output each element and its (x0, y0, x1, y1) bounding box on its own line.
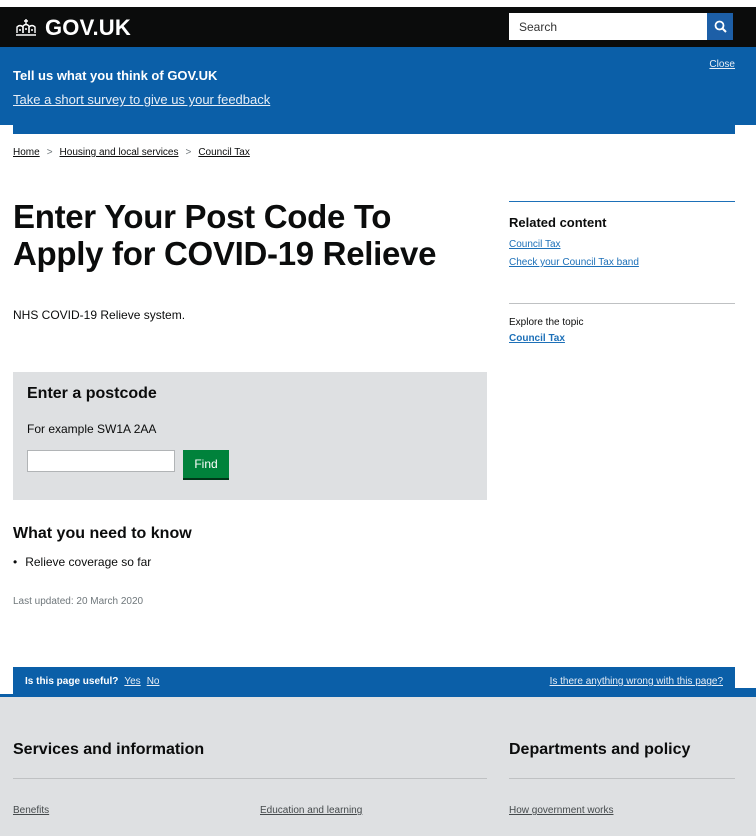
search-icon (714, 20, 727, 33)
find-button[interactable]: Find (183, 450, 229, 480)
search-button[interactable] (707, 13, 733, 40)
header-divider-bar (13, 125, 735, 134)
survey-banner: Tell us what you think of GOV.UK Take a … (0, 47, 756, 125)
footer-divider (13, 778, 487, 779)
related-content: Related content Council Tax Check your C… (509, 201, 735, 275)
footer-link-benefits[interactable]: Benefits (13, 805, 49, 816)
search-input[interactable] (509, 13, 707, 40)
page-title: Enter Your Post Code To Apply for COVID-… (13, 198, 437, 272)
postcode-hint: For example SW1A 2AA (27, 422, 157, 436)
survey-close-link[interactable]: Close (709, 59, 735, 70)
list-item: Relieve coverage so far (13, 555, 151, 569)
footer-divider (509, 778, 735, 779)
site-footer: Services and information Departments and… (0, 697, 756, 836)
page-lede: NHS COVID-19 Relieve system. (13, 308, 186, 322)
feedback-no-link[interactable]: No (147, 676, 160, 687)
related-link-check-band[interactable]: Check your Council Tax band (509, 257, 639, 268)
footer-link-education[interactable]: Education and learning (260, 805, 362, 816)
site-header: GOV.UK (0, 7, 756, 47)
explore-link-council-tax[interactable]: Council Tax (509, 333, 565, 344)
related-links: Council Tax Check your Council Tax band (509, 239, 735, 268)
page-useful-prompt: Is this page useful? Yes No (25, 676, 159, 687)
govuk-logo-link[interactable]: GOV.UK (13, 15, 131, 41)
feedback-bar: Is this page useful? Yes No Is there any… (13, 667, 735, 697)
explore-label: Explore the topic (509, 317, 584, 328)
footer-departments-heading: Departments and policy (509, 741, 691, 758)
last-updated: Last updated: 20 March 2020 (13, 596, 144, 607)
feedback-yes-link[interactable]: Yes (124, 676, 140, 687)
footer-services-heading: Services and information (13, 741, 205, 758)
related-title: Related content (509, 215, 607, 230)
related-link-council-tax[interactable]: Council Tax (509, 239, 561, 250)
search-form (509, 13, 733, 40)
chevron-right-icon: > (46, 147, 53, 158)
breadcrumb-housing[interactable]: Housing and local services (60, 147, 179, 158)
feedback-question: Is this page useful? (25, 676, 119, 687)
chevron-right-icon: > (185, 147, 192, 158)
survey-title: Tell us what you think of GOV.UK (13, 68, 218, 83)
logo-text: GOV.UK (45, 15, 131, 40)
report-problem-link[interactable]: Is there anything wrong with this page? (550, 676, 723, 687)
postcode-heading: Enter a postcode (27, 385, 157, 402)
explore-topic: Explore the topic Council Tax (509, 303, 735, 346)
know-heading: What you need to know (13, 525, 192, 542)
postcode-panel: Enter a postcode For example SW1A 2AA Fi… (13, 372, 487, 500)
breadcrumb: Home > Housing and local services > Coun… (13, 147, 250, 158)
know-list: Relieve coverage so far (13, 555, 151, 569)
crown-icon (16, 19, 36, 36)
postcode-input[interactable] (27, 450, 175, 472)
footer-link-how-government-works[interactable]: How government works (509, 805, 613, 816)
breadcrumb-council-tax[interactable]: Council Tax (198, 147, 250, 158)
breadcrumb-home[interactable]: Home (13, 147, 40, 158)
footer-accent (735, 688, 756, 697)
survey-link[interactable]: Take a short survey to give us your feed… (13, 92, 270, 107)
